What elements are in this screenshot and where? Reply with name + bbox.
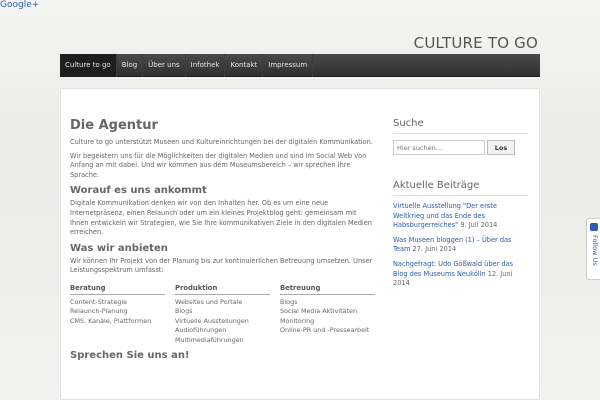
list-item: Online-PR und -Pressearbeit bbox=[280, 326, 370, 335]
sidebar: Suche Los Aktuelle Beiträge Virtuelle Au… bbox=[393, 118, 528, 294]
list-item: Blogs bbox=[175, 307, 193, 316]
section-heading: Sprechen Sie uns an! bbox=[70, 349, 190, 361]
nav-item-ueber-uns[interactable]: Über uns bbox=[143, 54, 186, 77]
list-item: Monitoring bbox=[280, 316, 315, 325]
column-heading: Produktion bbox=[175, 284, 270, 295]
nav-item-impressum[interactable]: Impressum bbox=[263, 54, 314, 77]
nav-item-blog[interactable]: Blog bbox=[117, 54, 144, 77]
google-plus-link[interactable]: Google+ bbox=[0, 0, 39, 10]
main-content: Die Agentur Culture to go unterstützt Mu… bbox=[70, 118, 375, 364]
column-heading: Betreuung bbox=[280, 284, 375, 295]
post-date: 27. Juni 2014 bbox=[412, 245, 457, 254]
intro-text: Culture to go unterstützt Museen und Kul… bbox=[70, 138, 373, 146]
search-form: Los bbox=[393, 140, 528, 155]
search-input[interactable] bbox=[393, 140, 485, 155]
page-title: Die Agentur bbox=[70, 118, 158, 133]
recent-posts-heading: Aktuelle Beiträge bbox=[393, 180, 528, 196]
column-heading: Beratung bbox=[70, 284, 165, 295]
list-item: Nachgefragt: Udo Gößwald über das Blog d… bbox=[393, 260, 528, 289]
list-item: CMS, Kanäle, Plattformen bbox=[70, 316, 152, 325]
service-column: Produktion Websites und Portale Blogs Vi… bbox=[175, 284, 270, 345]
list-item: Blogs bbox=[280, 297, 298, 306]
nav-item-kontakt[interactable]: Kontakt bbox=[225, 54, 264, 77]
section-heading: Was wir anbieten bbox=[70, 242, 168, 254]
main-navigation: Culture to go Blog Über uns Infothek Kon… bbox=[60, 54, 540, 77]
list-item: Social Media Aktivitäten bbox=[280, 307, 358, 316]
follow-us-tab[interactable]: Follow Us bbox=[586, 218, 600, 280]
list-item: Relaunch-Planung bbox=[70, 307, 128, 316]
service-column: Beratung Content-Strategie Relaunch-Plan… bbox=[70, 284, 165, 345]
search-button[interactable]: Los bbox=[487, 140, 515, 155]
list-item: Audioführungen bbox=[175, 326, 227, 335]
service-column: Betreuung Blogs Social Media Aktivitäten… bbox=[280, 284, 375, 345]
nav-item-infothek[interactable]: Infothek bbox=[186, 54, 226, 77]
wordpress-icon bbox=[590, 223, 598, 231]
section-text: Digitale Kommunikation denken wir von de… bbox=[70, 199, 372, 237]
section-heading: Worauf es uns ankommt bbox=[70, 185, 207, 197]
nav-item-culture-to-go[interactable]: Culture to go bbox=[60, 54, 117, 77]
list-item: Virtuelle Ausstellungen bbox=[175, 316, 249, 325]
service-columns: Beratung Content-Strategie Relaunch-Plan… bbox=[70, 284, 375, 345]
list-item: Virtuelle Ausstellung "Der erste Weltkri… bbox=[393, 202, 528, 231]
site-title[interactable]: CULTURE TO GO bbox=[414, 34, 538, 52]
list-item: Was Museen bloggen (1) – Über das Team 2… bbox=[393, 236, 528, 255]
list-item: Content-Strategie bbox=[70, 297, 128, 306]
section-text: Wir können Ihr Projekt von der Planung b… bbox=[70, 256, 373, 275]
follow-us-label: Follow Us bbox=[591, 235, 599, 266]
list-item: Multimediaführungen bbox=[175, 335, 244, 344]
list-item: Websites und Portale bbox=[175, 297, 243, 306]
search-heading: Suche bbox=[393, 118, 528, 134]
post-date: 9. Juli 2014 bbox=[460, 221, 498, 230]
intro-text-2: Wir begeistern uns für die Möglichkeiten… bbox=[70, 151, 367, 179]
